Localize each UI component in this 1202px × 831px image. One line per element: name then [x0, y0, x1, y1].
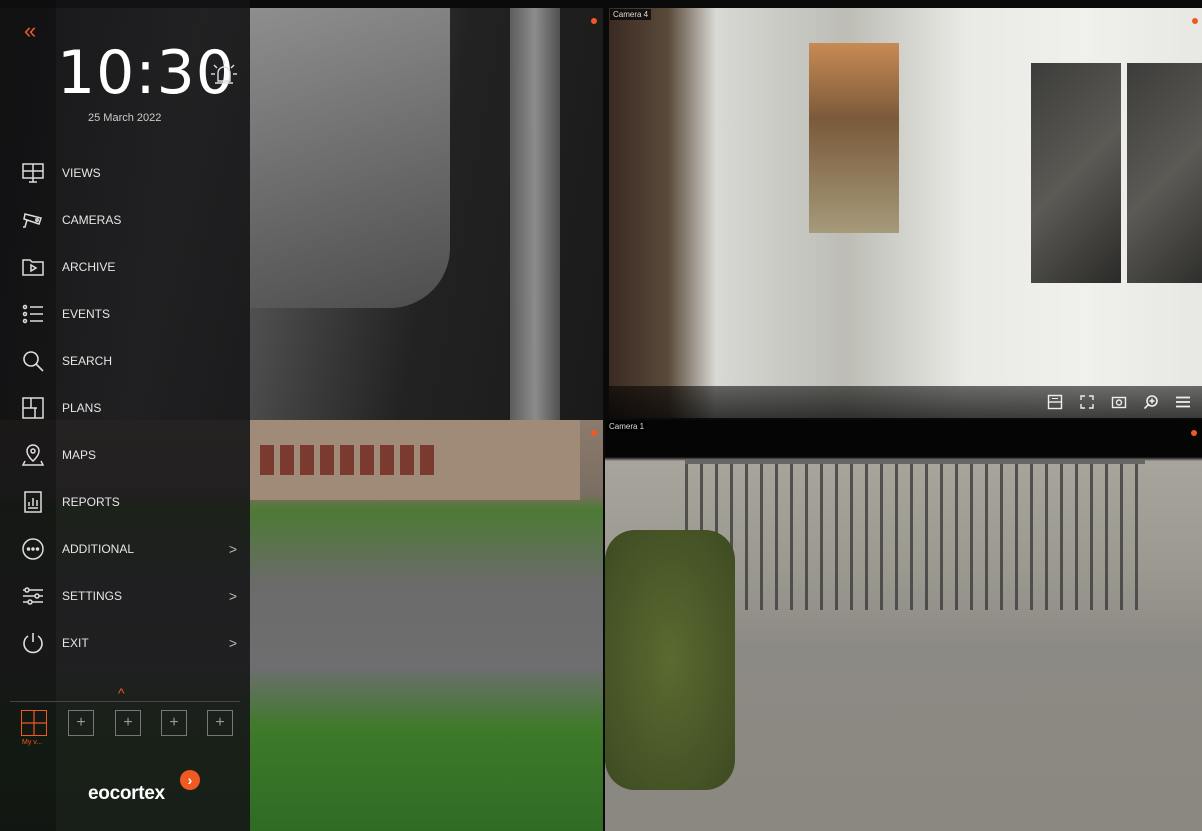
chevron-right-icon: > — [228, 635, 237, 651]
current-date: 25 March 2022 — [88, 112, 162, 124]
recording-indicator — [1191, 430, 1197, 436]
layout-switcher: ^ My v... + + + + — [0, 685, 250, 758]
menu-item-maps[interactable]: MAPS — [20, 435, 245, 475]
menu-item-label: MAPS — [62, 448, 97, 462]
recording-indicator — [1192, 18, 1198, 24]
menu-item-label: EXIT — [62, 636, 89, 650]
video-controls-bar — [609, 386, 1202, 418]
menu-item-views[interactable]: VIEWS — [20, 153, 245, 193]
scene-office-door — [809, 43, 899, 233]
chevron-right-icon: > — [228, 588, 237, 604]
camera-label: Camera 4 — [610, 9, 652, 20]
folder-play-icon — [20, 254, 46, 280]
add-layout-button[interactable]: + — [161, 710, 187, 736]
add-layout-button[interactable]: + — [207, 710, 233, 736]
menu-item-label: PLANS — [62, 401, 102, 415]
camera-icon — [20, 207, 46, 233]
search-icon — [20, 348, 46, 374]
monitor-grid-icon — [20, 160, 46, 186]
scene-painting — [1127, 63, 1202, 283]
scene-van — [250, 8, 450, 308]
report-icon — [20, 489, 46, 515]
brand-logo: eocortex — [88, 783, 165, 804]
menu-item-label: ADDITIONAL — [62, 542, 135, 556]
chevron-up-icon[interactable]: ^ — [118, 685, 125, 701]
menu-item-label: REPORTS — [62, 495, 120, 509]
event-list-icon — [20, 301, 46, 327]
menu-item-label: EVENTS — [62, 307, 111, 321]
double-chevron-left-icon[interactable]: « — [24, 20, 36, 42]
scene-pillar — [510, 8, 560, 420]
chevron-right-icon: > — [228, 541, 237, 557]
menu-item-cameras[interactable]: CAMERAS — [20, 200, 245, 240]
scene-windows — [260, 445, 440, 475]
scene-hedge — [605, 530, 735, 790]
sliders-icon — [20, 583, 46, 609]
menu-item-label: SEARCH — [62, 354, 113, 368]
recording-indicator — [591, 18, 597, 24]
layout-slot-active[interactable] — [21, 710, 47, 736]
snapshot-icon[interactable] — [1110, 393, 1128, 411]
map-pin-icon — [20, 442, 46, 468]
camera-tile-camera-1[interactable]: Camera 1 — [605, 420, 1202, 831]
menu-item-search[interactable]: SEARCH — [20, 341, 245, 381]
menu-item-label: SETTINGS — [62, 589, 123, 603]
menu-item-exit[interactable]: EXIT > — [20, 623, 245, 663]
camera-label: Camera 1 — [606, 421, 648, 432]
layout-caption: My v... — [22, 739, 43, 746]
menu-item-reports[interactable]: REPORTS — [20, 482, 245, 522]
menu-item-additional[interactable]: ADDITIONAL > — [20, 529, 245, 569]
menu-item-settings[interactable]: SETTINGS > — [20, 576, 245, 616]
scene-painting — [1031, 63, 1121, 283]
power-icon — [20, 630, 46, 656]
menu-item-label: CAMERAS — [62, 213, 122, 227]
add-layout-button[interactable]: + — [115, 710, 141, 736]
brand-logo-mark-icon: › — [180, 770, 200, 790]
menu-item-label: ARCHIVE — [62, 260, 116, 274]
divider — [10, 701, 240, 702]
recording-indicator — [591, 430, 597, 436]
layout-icon[interactable] — [1046, 393, 1064, 411]
camera-tile-camera-4[interactable]: Camera 4 — [609, 8, 1202, 418]
zoom-icon[interactable] — [1142, 393, 1160, 411]
menu-icon[interactable] — [1174, 393, 1192, 411]
floor-plan-icon — [20, 395, 46, 421]
fullscreen-icon[interactable] — [1078, 393, 1096, 411]
main-sidebar: « 10:30 25 March 2022 VIEWS CAMERAS ARCH… — [0, 0, 250, 831]
add-layout-button[interactable]: + — [68, 710, 94, 736]
menu-item-events[interactable]: EVENTS — [20, 294, 245, 334]
menu-item-plans[interactable]: PLANS — [20, 388, 245, 428]
scene-gate — [685, 460, 1145, 610]
more-circle-icon — [20, 536, 46, 562]
menu-item-label: VIEWS — [62, 166, 101, 180]
menu-item-archive[interactable]: ARCHIVE — [20, 247, 245, 287]
alarm-siren-icon[interactable] — [208, 57, 240, 89]
